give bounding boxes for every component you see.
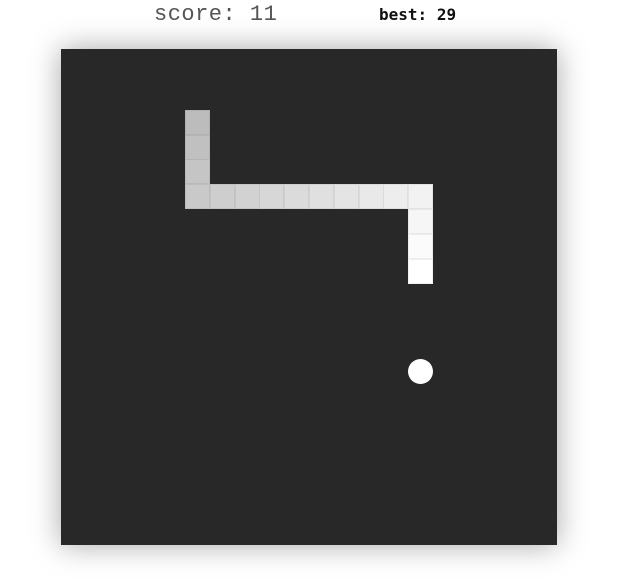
- best-score: best: 29: [379, 5, 456, 24]
- snake-segment: [185, 135, 210, 160]
- scoreboard: score: 11 best: 29: [0, 0, 626, 40]
- snake-segment: [408, 184, 433, 209]
- snake-segment: [284, 184, 309, 209]
- snake-segment: [383, 184, 408, 209]
- snake-segment: [408, 209, 433, 234]
- snake-segment: [334, 184, 359, 209]
- snake-segment: [309, 184, 334, 209]
- snake-head: [408, 259, 433, 284]
- snake-segment: [359, 184, 384, 209]
- current-score: score: 11: [154, 2, 277, 27]
- best-label: best:: [379, 5, 428, 24]
- score-label: score:: [154, 2, 237, 27]
- game-board[interactable]: [61, 49, 557, 545]
- snake-segment: [185, 159, 210, 184]
- snake-segment: [235, 184, 260, 209]
- snake-segment: [210, 184, 235, 209]
- snake-segment: [185, 110, 210, 135]
- snake-segment: [408, 234, 433, 259]
- score-value: 11: [249, 2, 278, 27]
- snake-segment: [259, 184, 284, 209]
- snake-segment: [185, 184, 210, 209]
- best-value: 29: [436, 5, 457, 24]
- food-pellet: [408, 359, 433, 384]
